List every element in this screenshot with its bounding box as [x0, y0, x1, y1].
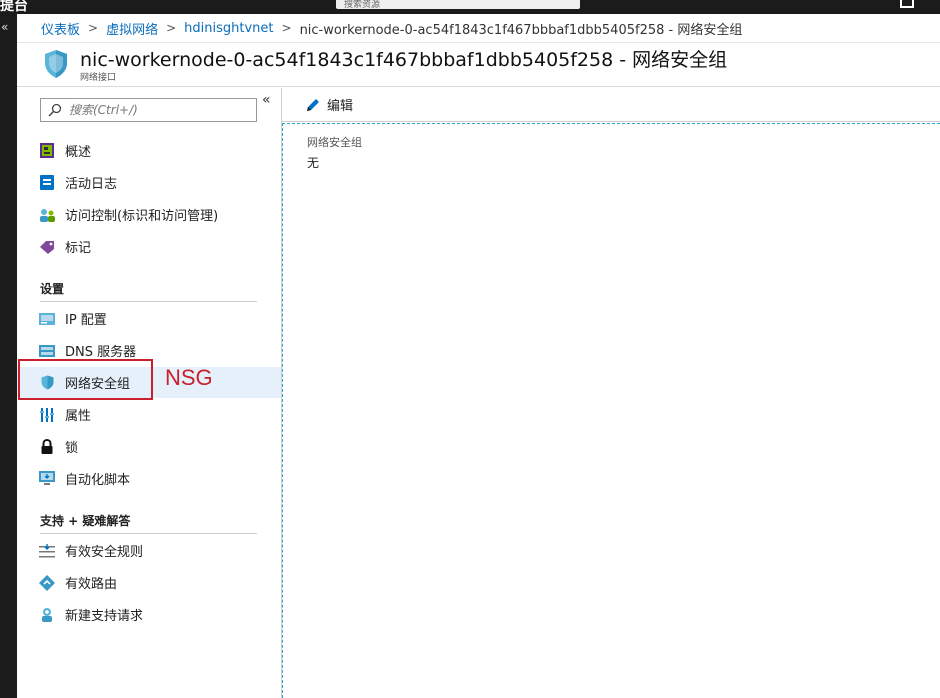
global-search-text: 搜索资源 — [344, 0, 381, 10]
menu-item-label: DNS 服务器 — [65, 345, 137, 360]
access-control-icon — [39, 207, 55, 223]
menu-item-label: 标记 — [65, 241, 92, 256]
edit-button-label: 编辑 — [327, 99, 354, 114]
global-search[interactable]: 搜索资源 — [336, 0, 580, 10]
menu-item-effective-security-rules[interactable]: 有效安全规则 — [17, 535, 281, 566]
menu-item-label: 概述 — [65, 145, 92, 160]
top-bar: 提台 搜索资源 — [0, 0, 940, 14]
automation-script-icon — [39, 471, 55, 487]
lock-icon — [39, 439, 55, 455]
pencil-icon — [307, 98, 319, 111]
menu-item-effective-routes[interactable]: 有效路由 — [17, 567, 281, 598]
menu-search-box[interactable] — [40, 98, 257, 122]
ip-config-icon — [39, 311, 55, 327]
breadcrumb-current: nic-workernode-0-ac54f1843c1f467bbbaf1db… — [299, 22, 743, 38]
portal-logo[interactable]: 提台 — [0, 0, 28, 15]
section-title-settings: 设置 — [40, 282, 65, 296]
left-nav-strip: « — [0, 14, 17, 698]
edit-button[interactable]: 编辑 — [305, 95, 353, 114]
nsg-field-label: 网络安全组 — [307, 136, 362, 149]
page-subtitle: 网络接口 — [80, 73, 117, 83]
section-divider — [40, 533, 257, 534]
menu-item-label: IP 配置 — [65, 313, 107, 328]
tag-icon — [39, 239, 55, 255]
expand-menu-icon[interactable]: « — [1, 20, 8, 34]
menu-item-label: 新建支持请求 — [65, 609, 144, 624]
menu-item-label: 有效路由 — [65, 577, 118, 592]
menu-item-ip-config[interactable]: IP 配置 — [17, 303, 281, 334]
nsg-details-panel: 网络安全组 无 — [282, 123, 940, 698]
breadcrumb-chevron-icon: > — [281, 21, 292, 35]
menu-search-input[interactable] — [69, 101, 249, 119]
nsg-highlight-box — [18, 359, 153, 400]
activity-log-icon — [39, 175, 55, 191]
menu-item-label: 锁 — [65, 441, 79, 456]
nsg-annotation: NSG — [165, 365, 213, 390]
section-title-support: 支持 + 疑难解答 — [40, 514, 131, 528]
menu-item-label: 访问控制(标识和访问管理) — [65, 209, 219, 224]
breadcrumb: 仪表板 > 虚拟网络 > hdinisghtvnet > nic-workern… — [17, 14, 940, 43]
page-title: nic-workernode-0-ac54f1843c1f467bbbaf1db… — [80, 49, 728, 71]
menu-item-label: 属性 — [65, 409, 92, 424]
resource-header: nic-workernode-0-ac54f1843c1f467bbbaf1db… — [17, 43, 940, 87]
breadcrumb-hdinsight-vnet[interactable]: hdinisghtvnet — [184, 21, 273, 36]
breadcrumb-chevron-icon: > — [88, 21, 99, 35]
routes-icon — [39, 574, 55, 591]
menu-item-access-control[interactable]: 访问控制(标识和访问管理) — [17, 199, 281, 230]
network-interface-shield-icon — [45, 50, 67, 78]
menu-item-overview[interactable]: 概述 — [17, 135, 281, 166]
menu-item-locks[interactable]: 锁 — [17, 431, 281, 462]
search-icon — [48, 103, 62, 117]
breadcrumb-chevron-icon: > — [166, 21, 177, 35]
menu-item-label: 活动日志 — [65, 177, 118, 192]
breadcrumb-dashboard[interactable]: 仪表板 — [41, 19, 80, 38]
overview-icon — [39, 143, 55, 159]
collapse-menu-button[interactable]: « — [262, 92, 271, 108]
command-bar: 编辑 — [282, 88, 940, 122]
menu-item-label: 有效安全规则 — [65, 545, 144, 560]
menu-item-new-support-request[interactable]: 新建支持请求 — [17, 599, 281, 630]
properties-icon — [39, 407, 55, 423]
support-icon — [39, 607, 55, 623]
main-content: 编辑 网络安全组 无 — [282, 88, 940, 698]
dns-icon — [39, 343, 55, 359]
menu-item-activity-log[interactable]: 活动日志 — [17, 167, 281, 198]
menu-item-automation-script[interactable]: 自动化脚本 — [17, 463, 281, 494]
notification-icon[interactable] — [900, 0, 914, 8]
menu-item-tags[interactable]: 标记 — [17, 231, 281, 262]
menu-item-properties[interactable]: 属性 — [17, 399, 281, 430]
resource-menu: « 概述 活动日志 访问控制(标识和访问管理) 标记 设置 IP 配置 — [17, 88, 282, 698]
security-rules-icon — [39, 543, 55, 559]
section-divider — [40, 301, 257, 302]
breadcrumb-vnet[interactable]: 虚拟网络 — [106, 19, 158, 38]
nsg-field-value: 无 — [307, 156, 320, 170]
menu-item-label: 自动化脚本 — [65, 473, 131, 488]
